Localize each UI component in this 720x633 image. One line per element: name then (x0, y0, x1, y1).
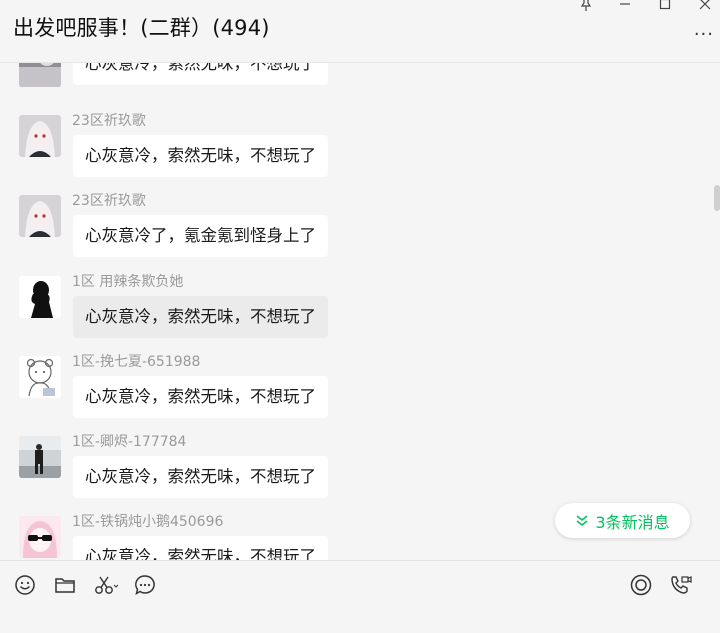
message-bubble[interactable]: 心灰意冷，索然无味，不想玩了 (73, 456, 328, 498)
anime-girl-avatar[interactable] (19, 115, 61, 157)
sender-name: 23区祈玖歌 (72, 113, 146, 129)
file-button[interactable] (53, 573, 77, 597)
pin-icon (580, 0, 592, 11)
more-options-button[interactable]: ··· (694, 24, 714, 45)
chat-history-button[interactable] (133, 573, 157, 597)
emoji-icon (15, 575, 35, 595)
sender-name: 1区-铁锅炖小鹅450696 (72, 514, 224, 530)
emoji-button[interactable] (13, 573, 37, 597)
anime-girl-avatar[interactable] (19, 195, 61, 237)
photo-person-avatar[interactable] (19, 436, 61, 478)
scrollbar-thumb[interactable] (714, 185, 720, 211)
partial-avatar[interactable] (19, 63, 61, 87)
message-bubble[interactable]: 心灰意冷，索然无味，不想玩了 (73, 376, 328, 418)
bear-sketch-avatar[interactable] (19, 356, 61, 398)
minimize-icon (620, 3, 630, 5)
close-button[interactable] (694, 0, 716, 12)
screenshot-button[interactable] (93, 573, 121, 597)
message-bubble[interactable]: 心灰意冷，索然无味，不想玩了 (73, 135, 328, 177)
record-icon (630, 574, 652, 596)
close-icon (699, 0, 711, 10)
pin-button[interactable] (575, 0, 597, 12)
scissors-icon (95, 576, 119, 594)
input-toolbar (0, 560, 720, 633)
sender-name: 1区 用辣条欺负她 (72, 274, 184, 290)
new-messages-button[interactable]: 3条新消息 (555, 503, 690, 538)
double-chevron-down-icon (576, 514, 588, 526)
sunglasses-girl-avatar[interactable] (19, 516, 61, 558)
sender-name: 23区祈玖歌 (72, 193, 146, 209)
maximize-icon (659, 0, 671, 10)
live-button[interactable] (629, 573, 653, 597)
message-bubble[interactable]: 心灰意冷了，氪金氪到怪身上了 (73, 215, 328, 257)
sender-name: 1区-卿烬-177784 (72, 434, 187, 450)
chat-bubble-icon (135, 575, 155, 596)
message-bubble[interactable]: 心灰意冷，索然无味，不想玩了 (73, 296, 328, 338)
minimize-button[interactable] (614, 0, 636, 12)
message-bubble[interactable]: 心灰意冷，索然无味，不想玩了 (73, 536, 328, 560)
chat-message-list[interactable]: 心灰意冷，索然无味，不想玩了 23区祈玖歌 心灰意冷，索然无味，不想玩了 23区… (0, 63, 720, 560)
new-messages-label: 3条新消息 (595, 512, 670, 532)
maximize-button[interactable] (654, 0, 676, 12)
message-bubble[interactable]: 心灰意冷，索然无味，不想玩了 (73, 63, 328, 85)
title-bar: 出发吧服事！(二群）(494) ··· (0, 0, 720, 63)
sender-name: 1区-挽七夏-651988 (72, 354, 201, 370)
chat-title: 出发吧服事！(二群）(494) (13, 16, 270, 40)
call-button[interactable] (669, 573, 693, 597)
phone-video-icon (671, 576, 692, 594)
silhouette-avatar[interactable] (19, 276, 61, 318)
folder-icon (55, 578, 75, 593)
